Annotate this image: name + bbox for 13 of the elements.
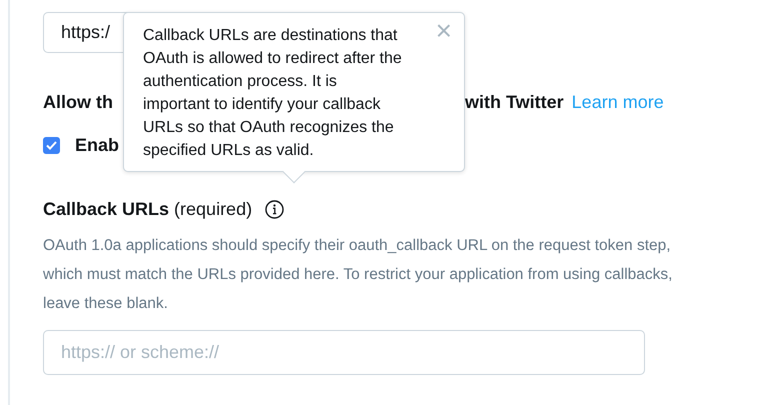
required-label: (required) [174, 198, 252, 221]
section-heading: Allow th [43, 91, 113, 114]
checkbox[interactable] [43, 137, 60, 154]
check-icon [46, 141, 57, 150]
learn-more-link[interactable]: Learn more [572, 89, 664, 116]
close-button[interactable]: × [432, 17, 456, 45]
callback-url-field[interactable]: https:// or scheme:// [43, 330, 645, 375]
field-description: OAuth 1.0a applications should specify their oauth_callback URL on the request token step, which must match the URLs provided here. To restrict your application from using callbacks, leave these blank. [43, 236, 674, 314]
popover-text: Callback URLs are destinations that OAuth is allowed to redirect after the authentication process. It is important to identify your callback URLs so that OAuth recognizes the specified URLs as valid. [143, 26, 402, 161]
checkbox-label: Enab [75, 134, 120, 157]
field-label: Callback URLs [43, 198, 170, 221]
section-heading: with Twitter [465, 91, 564, 114]
info-icon[interactable] [265, 200, 284, 219]
